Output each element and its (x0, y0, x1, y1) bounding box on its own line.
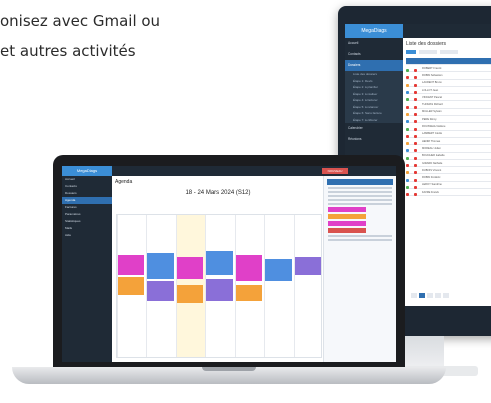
client-name: DUBOIS Vincent (422, 168, 442, 172)
panel-line (328, 187, 392, 189)
monitor-toolbar (403, 50, 491, 54)
client-name: LAURENT Bruno (422, 81, 442, 85)
sidebar-item[interactable]: Contacts (62, 183, 112, 190)
calendar-event[interactable] (235, 255, 263, 281)
client-name: ROBIN Frédéric (422, 176, 441, 180)
sidebar-item-reunions[interactable]: Réunions (345, 134, 403, 145)
client-name: THOMAS Richard (422, 103, 443, 107)
laptop-screen: MegaDiags Accueil Contacts Dossiers Agen… (62, 166, 396, 362)
calendar-grid (116, 214, 322, 358)
calendar-event[interactable] (147, 253, 174, 279)
table-row[interactable]: FAVRE Franck (406, 189, 491, 197)
sidebar-item[interactable]: Statistiques (62, 218, 112, 225)
calendar-event[interactable] (265, 259, 292, 281)
laptop-notch (202, 367, 256, 371)
details-panel (323, 176, 396, 362)
calendar-event[interactable] (235, 285, 263, 301)
date-range: 18 - 24 Mars 2024 (S12) (185, 190, 251, 196)
sidebar-item-contacts[interactable]: Contacts (345, 49, 403, 60)
client-name: LEROY Sandrine (422, 183, 442, 187)
panel-line (328, 191, 392, 193)
page-next[interactable] (443, 293, 449, 298)
headline-line-2: et autres activités (0, 42, 136, 60)
page-title: Agenda (115, 179, 133, 185)
client-name: FAVRE Franck (422, 190, 439, 194)
sidebar-item[interactable]: Factures (62, 204, 112, 211)
tag-chip[interactable] (328, 228, 366, 233)
client-name: ROBIN Sébastien (422, 73, 443, 77)
pagination (411, 293, 449, 298)
calendar-event[interactable] (294, 257, 321, 275)
client-name: PERE Rémy (422, 117, 437, 121)
page-3[interactable] (435, 293, 441, 298)
dossiers-table: ROBERT Franck ROBIN Sébastien LAURENT Brun… (406, 58, 491, 197)
tag-chip[interactable] (328, 214, 366, 219)
day-column[interactable] (293, 215, 324, 357)
tag-chip[interactable] (328, 207, 366, 212)
filter-field[interactable] (419, 50, 437, 54)
client-name: MOREAU Julien (422, 146, 441, 150)
calendar-event[interactable] (176, 257, 204, 279)
sidebar-item[interactable]: Accueil (62, 176, 112, 183)
sidebar-item[interactable]: Dossiers (62, 190, 112, 197)
laptop-sidebar: MegaDiags Accueil Contacts Dossiers Agen… (62, 166, 112, 362)
pdf-icon[interactable] (414, 193, 417, 197)
add-button[interactable] (406, 50, 416, 54)
client-name: GIRARD Nathalie (422, 161, 443, 165)
sidebar-item-dossiers[interactable]: Dossiers (345, 60, 403, 71)
calendar-event[interactable] (118, 277, 145, 295)
client-name: BOUCHER Isabelle (422, 154, 445, 158)
panel-line (328, 199, 392, 201)
monitor-topbar (403, 24, 491, 38)
monitor-main: Liste des dossiers ROBERT Franck ROBIN Sé… (403, 24, 491, 306)
sidebar-item-calendrier[interactable]: Calendrier (345, 123, 403, 134)
sidebar-item-accueil[interactable]: Accueil (345, 38, 403, 49)
sidebar-item-agenda[interactable]: Agenda (62, 197, 112, 204)
panel-header (327, 179, 393, 185)
calendar-event[interactable] (176, 285, 204, 303)
day-column[interactable] (264, 215, 294, 357)
calendar-event[interactable] (206, 251, 233, 275)
calendar-main: Agenda 18 - 24 Mars 2024 (S12) (112, 176, 324, 362)
page-1[interactable] (419, 293, 425, 298)
client-name: ROUSSEAU Hélène (422, 125, 446, 129)
new-button[interactable]: NOUVEAU (322, 168, 348, 174)
client-name: MULLER Sylvain (422, 110, 442, 114)
headline-line-1: onisez avec Gmail ou (0, 12, 161, 30)
calendar-event[interactable] (118, 255, 145, 275)
tag-chip[interactable] (328, 221, 366, 226)
client-name: LOLLOT Jean (422, 88, 439, 92)
client-name: HENRI Thomas (422, 139, 441, 143)
calendar-event[interactable] (206, 279, 233, 301)
client-name: LAMBERT Cécile (422, 132, 443, 136)
sidebar-item[interactable]: Paramètres (62, 211, 112, 218)
client-name: ROBERT Franck (422, 66, 442, 70)
page-title: Liste des dossiers (406, 41, 447, 47)
monitor-brand: MegaDiags (345, 24, 403, 38)
page-prev[interactable] (411, 293, 417, 298)
laptop-topbar: NOUVEAU (112, 166, 396, 176)
filter-field[interactable] (440, 50, 458, 54)
laptop-lid: MegaDiags Accueil Contacts Dossiers Agen… (53, 155, 405, 367)
page-2[interactable] (427, 293, 433, 298)
sidebar-item[interactable]: Aide (62, 232, 112, 239)
calendar-event[interactable] (147, 281, 174, 301)
panel-line (328, 239, 392, 241)
laptop-brand: MegaDiags (62, 166, 112, 176)
client-name: VINCENT Pascal (422, 95, 442, 99)
panel-line (328, 235, 392, 237)
status-icon (406, 193, 409, 197)
panel-line (328, 195, 392, 197)
sidebar-item[interactable]: Mails (62, 225, 112, 232)
panel-line (328, 203, 392, 205)
